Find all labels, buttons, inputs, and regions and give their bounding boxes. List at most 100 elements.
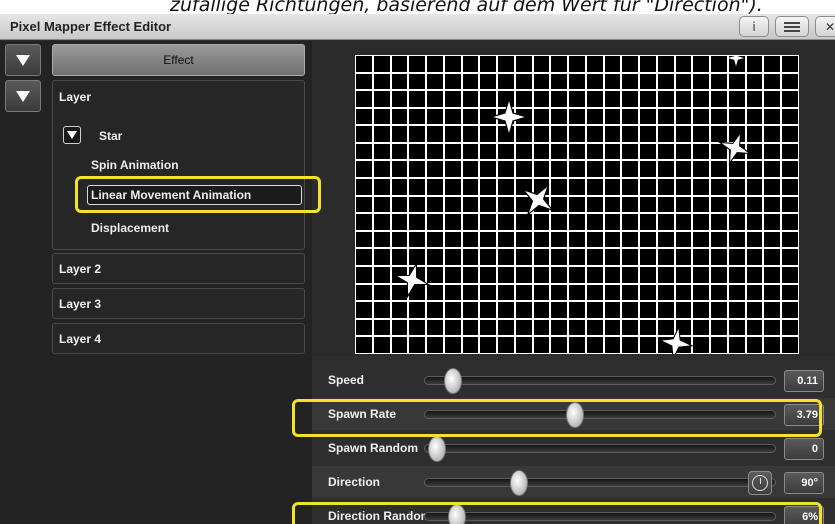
grid-cell bbox=[391, 108, 408, 125]
grid-cell bbox=[551, 91, 568, 107]
grid-cell bbox=[657, 73, 674, 90]
direction-dial-button[interactable] bbox=[748, 471, 772, 495]
grid-cell bbox=[373, 196, 390, 213]
speed-slider-knob[interactable] bbox=[444, 368, 463, 394]
grid-cell bbox=[409, 91, 426, 107]
grid-cell bbox=[444, 126, 461, 142]
grid-cell bbox=[409, 337, 426, 353]
grid-cell bbox=[498, 319, 514, 336]
grid-cell bbox=[622, 91, 639, 107]
tree-item-displacement[interactable]: Displacement bbox=[91, 221, 169, 235]
grid-cell bbox=[356, 302, 372, 318]
grid-cell bbox=[462, 126, 479, 142]
grid-cell bbox=[693, 302, 710, 318]
grid-cell bbox=[711, 91, 727, 107]
grid-cell bbox=[498, 302, 514, 318]
grid-cell bbox=[586, 143, 603, 160]
grid-cell bbox=[480, 337, 497, 353]
grid-cell bbox=[604, 108, 621, 125]
grid-cell bbox=[515, 161, 532, 178]
grid-cell bbox=[391, 337, 408, 353]
grid-cell bbox=[569, 302, 585, 318]
direction-value[interactable]: 90° bbox=[784, 472, 824, 494]
tree-item-spin-animation[interactable]: Spin Animation bbox=[91, 158, 179, 172]
grid-cell bbox=[675, 231, 692, 248]
grid-cell bbox=[498, 56, 514, 72]
info-button[interactable]: i bbox=[739, 16, 769, 37]
grid-cell bbox=[356, 179, 372, 195]
close-button[interactable]: ✕ bbox=[815, 16, 835, 37]
grid-cell bbox=[444, 266, 461, 283]
grid-cell bbox=[604, 91, 621, 107]
grid-cell bbox=[569, 161, 585, 178]
layer-2-panel[interactable]: Layer 2 bbox=[52, 253, 305, 284]
grid-cell bbox=[533, 91, 550, 107]
grid-cell bbox=[533, 319, 550, 336]
layer-3-panel[interactable]: Layer 3 bbox=[52, 288, 305, 319]
grid-cell bbox=[427, 196, 443, 213]
spawn-random-slider[interactable] bbox=[424, 436, 776, 462]
grid-cell bbox=[391, 231, 408, 248]
grid-cell bbox=[640, 91, 656, 107]
grid-cell bbox=[480, 179, 497, 195]
grid-cell bbox=[782, 73, 798, 90]
grid-cell bbox=[675, 284, 692, 301]
grid-cell bbox=[462, 143, 479, 160]
layer-title[interactable]: Layer bbox=[59, 90, 91, 104]
window-title: Pixel Mapper Effect Editor bbox=[10, 19, 172, 34]
grid-cell bbox=[746, 108, 763, 125]
grid-cell bbox=[444, 231, 461, 248]
speed-slider[interactable] bbox=[424, 368, 776, 394]
grid-cell bbox=[427, 108, 443, 125]
grid-cell bbox=[498, 337, 514, 353]
menu-button[interactable] bbox=[775, 16, 809, 37]
grid-cell bbox=[693, 231, 710, 248]
grid-cell bbox=[480, 284, 497, 301]
expand-star-button[interactable] bbox=[63, 126, 81, 144]
grid-cell bbox=[551, 319, 568, 336]
effect-button[interactable]: Effect bbox=[52, 44, 305, 76]
spawn-random-slider-knob[interactable] bbox=[428, 436, 446, 462]
grid-cell bbox=[444, 337, 461, 353]
grid-cell bbox=[569, 73, 585, 90]
grid-cell bbox=[711, 214, 727, 230]
grid-cell bbox=[533, 73, 550, 90]
highlight-spawn-rate bbox=[292, 399, 822, 437]
grid-cell bbox=[604, 56, 621, 72]
grid-cell bbox=[693, 91, 710, 107]
grid-cell bbox=[640, 284, 656, 301]
grid-cell bbox=[728, 284, 745, 301]
grid-cell bbox=[711, 56, 727, 72]
direction-slider[interactable] bbox=[424, 470, 776, 496]
speed-value[interactable]: 0.11 bbox=[784, 370, 824, 392]
grid-cell bbox=[746, 319, 763, 336]
highlight-direction-random bbox=[292, 502, 822, 524]
grid-cell bbox=[373, 319, 390, 336]
expand-layer-button[interactable] bbox=[5, 80, 41, 112]
grid-cell bbox=[586, 319, 603, 336]
grid-cell bbox=[444, 161, 461, 178]
grid-cell bbox=[373, 214, 390, 230]
dial-icon bbox=[752, 475, 768, 491]
grid-cell bbox=[586, 337, 603, 353]
grid-cell bbox=[569, 284, 585, 301]
grid-cell bbox=[427, 179, 443, 195]
grid-cell bbox=[356, 196, 372, 213]
grid-cell bbox=[693, 56, 710, 72]
layer-4-panel[interactable]: Layer 4 bbox=[52, 323, 305, 354]
grid-cell bbox=[462, 91, 479, 107]
grid-cell bbox=[462, 108, 479, 125]
expand-effect-button[interactable] bbox=[5, 44, 41, 76]
grid-cell bbox=[480, 302, 497, 318]
direction-slider-knob[interactable] bbox=[510, 470, 528, 496]
grid-cell bbox=[498, 73, 514, 90]
shape-star-item[interactable]: Star bbox=[99, 129, 122, 143]
grid-cell bbox=[764, 196, 781, 213]
grid-cell bbox=[391, 126, 408, 142]
grid-cell bbox=[764, 284, 781, 301]
grid-cell bbox=[746, 284, 763, 301]
spawn-random-value[interactable]: 0 bbox=[784, 438, 824, 460]
expand-triangle-icon bbox=[16, 90, 30, 102]
grid-cell bbox=[693, 337, 710, 353]
grid-cell bbox=[462, 337, 479, 353]
